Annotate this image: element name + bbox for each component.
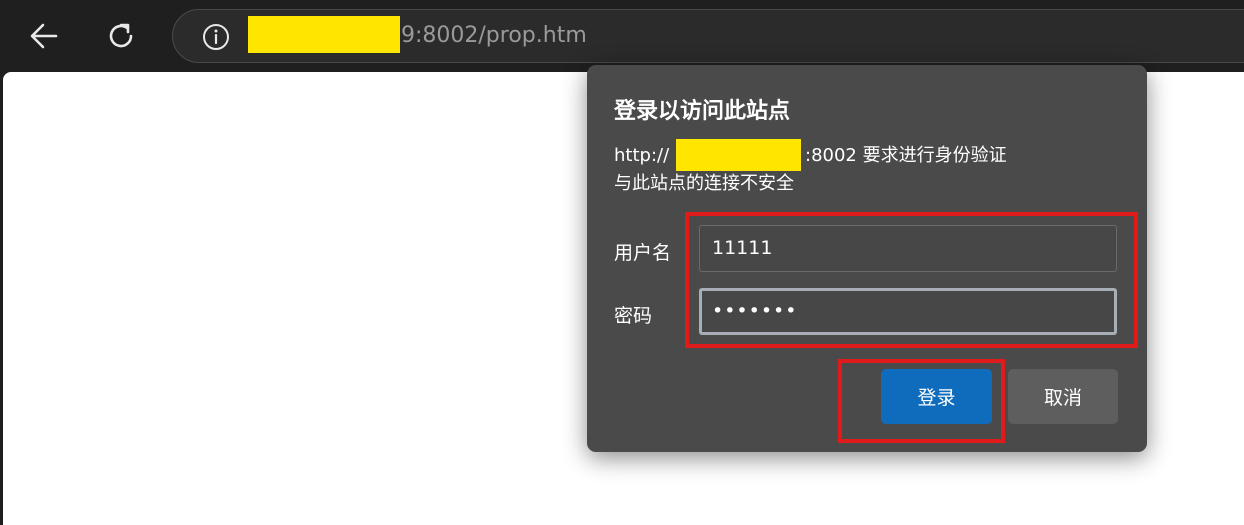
username-label: 用户名 (614, 242, 672, 264)
info-icon[interactable] (202, 23, 230, 51)
address-bar[interactable]: 9:8002/prop.htm (172, 9, 1244, 63)
arrow-left-icon (30, 23, 58, 49)
password-input[interactable]: ••••••• (699, 288, 1117, 335)
dialog-url-prefix: http:// (614, 145, 670, 166)
dialog-auth-required-text: :8002 要求进行身份验证 (805, 145, 1007, 166)
reload-button[interactable] (97, 12, 145, 60)
username-input[interactable]: 11111 (699, 225, 1117, 272)
back-button[interactable] (20, 12, 68, 60)
browser-toolbar: 9:8002/prop.htm (0, 0, 1244, 72)
dialog-insecure-warning: 与此站点的连接不安全 (614, 173, 794, 194)
url-redaction (248, 16, 400, 53)
cancel-button[interactable]: 取消 (1008, 369, 1118, 424)
login-button[interactable]: 登录 (881, 369, 992, 424)
dialog-title: 登录以访问此站点 (614, 99, 791, 124)
host-redaction (676, 139, 801, 171)
auth-dialog: 登录以访问此站点 http:// :8002 要求进行身份验证 与此站点的连接不… (587, 65, 1147, 452)
reload-icon (109, 23, 133, 48)
url-text[interactable]: 9:8002/prop.htm (401, 22, 587, 50)
password-label: 密码 (614, 305, 653, 327)
